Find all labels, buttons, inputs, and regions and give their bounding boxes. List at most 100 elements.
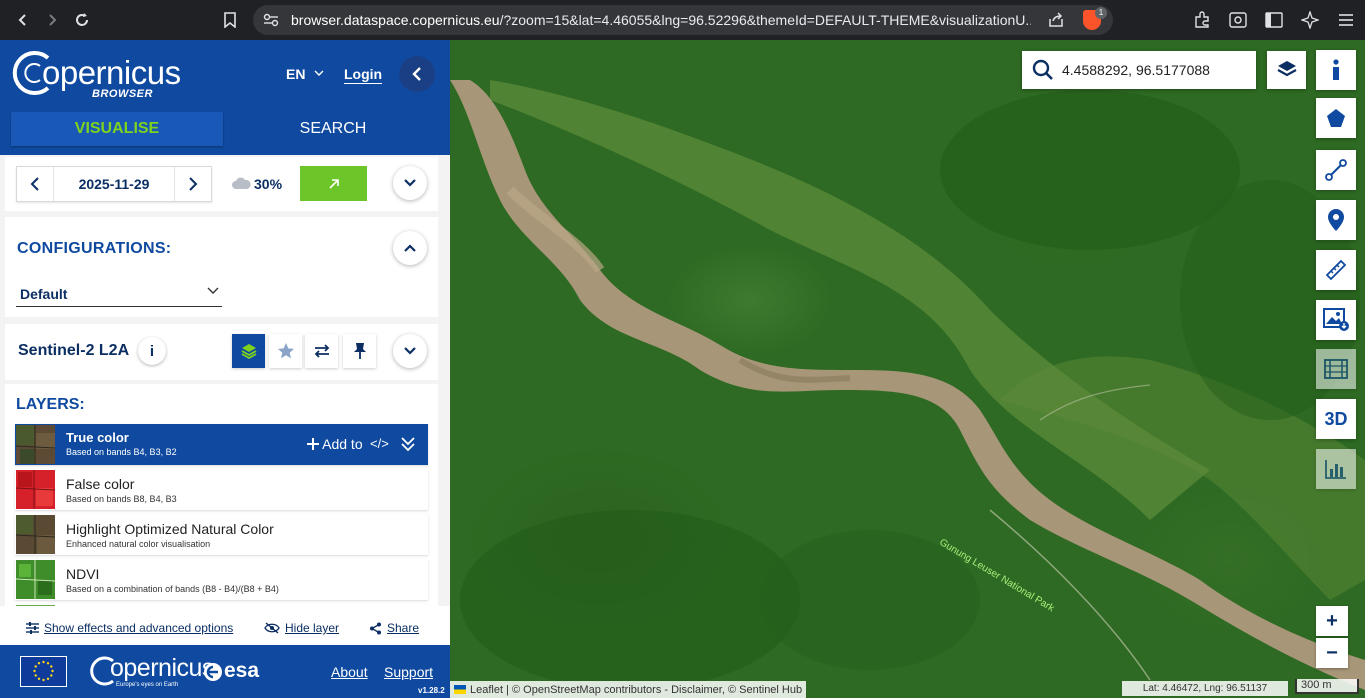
chevron-down-icon [404,347,416,355]
previous-date-button[interactable] [17,167,53,201]
expand-collection-button[interactable] [393,334,427,368]
collapse-sidebar-button[interactable] [399,56,435,92]
back-icon[interactable] [8,5,38,35]
layers-icon [1276,61,1297,77]
support-link[interactable]: Support [384,664,433,680]
info-button[interactable] [1316,50,1356,90]
share-page-icon[interactable] [1047,11,1065,34]
about-link[interactable]: About [331,664,368,680]
draw-line-button[interactable] [1316,150,1356,190]
open-search-results-button[interactable] [300,166,367,201]
swap-arrows-icon [314,344,329,358]
leo-ai-icon[interactable] [1299,5,1321,35]
url-text[interactable]: browser.dataspace.copernicus.eu/?zoom=15… [291,12,1031,28]
login-link[interactable]: Login [344,66,383,84]
layer-description: Based on a combination of bands (B8 - B4… [66,584,279,594]
layer-item-false-color[interactable]: False color Based on bands B8, B4, B3 [15,469,428,510]
layers-panel: LAYERS: True color Based on bands B4, B3… [5,384,438,609]
3d-view-button[interactable]: 3D [1316,399,1356,439]
map-pin-icon [1328,209,1344,231]
show-effects-link[interactable]: Show effects and advanced options [26,621,233,635]
ukraine-flag-icon [454,685,466,694]
tab-search[interactable]: SEARCH [228,112,438,146]
menu-icon[interactable] [1335,5,1357,35]
add-to-label: Add to [322,436,363,452]
compare-button[interactable] [305,334,338,368]
statistics-button[interactable] [1316,449,1356,489]
sidebar-footer: opernicus Europe's eyes on Earth esa Abo… [0,645,450,698]
logo-text: opernicus [42,54,181,91]
cloud-coverage-value[interactable]: 30% [254,176,282,192]
chevron-left-icon [412,67,421,81]
pin-button[interactable] [343,334,376,368]
double-chevron-down-icon[interactable] [400,435,416,453]
layer-name: Highlight Optimized Natural Color [66,521,274,537]
pentagon-icon [1327,109,1345,127]
share-link[interactable]: Share [369,621,419,635]
chevron-down-icon[interactable] [313,68,325,78]
layer-thumbnail [16,560,55,599]
zoom-in-button[interactable]: + [1316,606,1348,636]
layer-description: Based on bands B8, B4, B3 [66,494,177,504]
map-view[interactable]: 4.4588292, 96.5177088 3D + − Gunung Leus… [450,40,1365,698]
next-date-button[interactable] [175,167,211,201]
layer-item-highlight-optimized[interactable]: Highlight Optimized Natural Color Enhanc… [15,514,428,555]
base-layers-button[interactable] [1267,51,1306,89]
show-effects-label: Show effects and advanced options [44,621,234,635]
layer-thumbnail [16,515,55,554]
line-icon [1325,159,1347,181]
layers-title: LAYERS: [16,396,85,413]
image-download-icon [1323,308,1349,331]
eye-slash-icon [264,622,280,634]
layers-view-button[interactable] [232,334,265,368]
share-label: Share [387,621,420,635]
arrow-up-right-icon [328,178,339,189]
copernicus-footer-text: opernicus [110,654,214,682]
share-icon [370,622,381,634]
reload-icon[interactable] [67,5,97,35]
favorite-button[interactable] [269,334,302,368]
forward-icon[interactable] [37,5,67,35]
configurations-title: CONFIGURATIONS: [17,240,172,257]
expand-date-panel-button[interactable] [393,166,427,200]
collection-title: Sentinel-2 L2A [18,342,130,359]
hide-layer-link[interactable]: Hide layer [264,621,339,635]
bar-chart-icon [1325,460,1346,479]
zoom-out-button[interactable]: − [1316,638,1348,668]
info-icon [1333,59,1339,80]
chevron-up-icon [404,244,416,252]
date-input[interactable]: 2025-11-29 [53,167,175,201]
configuration-select[interactable]: Default [16,281,222,307]
chevron-down-icon [207,287,219,294]
collapse-configurations-button[interactable] [393,231,427,265]
measure-button[interactable] [1316,250,1356,290]
chevron-right-icon [189,177,198,191]
language-selector[interactable]: EN [286,66,305,82]
layer-thumbnail [16,470,55,509]
timelapse-button[interactable] [1316,349,1356,389]
location-search[interactable]: 4.4588292, 96.5177088 [1022,51,1256,89]
add-to-button[interactable]: Add to [307,436,363,452]
cursor-coordinates: Lat: 4.46472, Lng: 96.51137 [1122,681,1288,696]
attribution-text[interactable]: Leaflet | © OpenStreetMap contributors -… [470,684,802,696]
search-icon [1032,59,1053,80]
layer-item-ndvi[interactable]: NDVI Based on a combination of bands (B8… [15,559,428,600]
copernicus-footer-tagline: Europe's eyes on Earth [116,682,179,688]
download-image-button[interactable] [1316,300,1356,340]
reader-mode-icon[interactable] [1227,5,1249,35]
extensions-icon[interactable] [1191,5,1213,35]
map-attribution: Leaflet | © OpenStreetMap contributors -… [450,681,807,698]
address-bar[interactable]: browser.dataspace.copernicus.eu/?zoom=15… [253,5,1113,35]
sidebar-toggle-icon[interactable] [1263,5,1285,35]
code-button[interactable]: </> [370,436,389,451]
search-input[interactable]: 4.4588292, 96.5177088 [1062,62,1210,78]
bookmark-icon[interactable] [215,5,245,35]
draw-polygon-button[interactable] [1316,98,1356,138]
tab-visualise[interactable]: VISUALISE [11,112,223,146]
place-marker-button[interactable] [1316,200,1356,240]
hide-layer-label: Hide layer [285,621,340,635]
eu-flag-logo[interactable] [20,656,67,687]
collection-info-button[interactable]: i [138,337,166,365]
site-settings-icon[interactable] [259,13,283,27]
layer-item-true-color[interactable]: True color Based on bands B4, B3, B2 Add… [15,424,428,465]
